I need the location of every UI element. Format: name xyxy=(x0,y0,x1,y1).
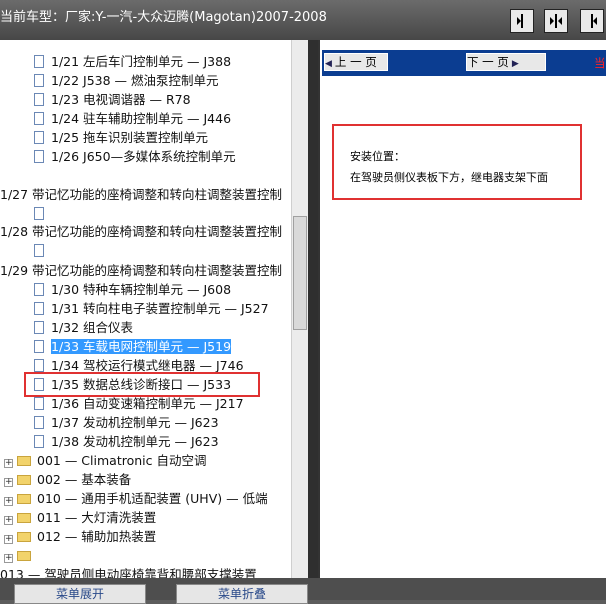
dock-split-icon xyxy=(550,14,562,28)
document-icon xyxy=(34,55,44,68)
document-icon xyxy=(34,435,44,448)
prev-page-button[interactable]: ◀ 上 一 页 xyxy=(324,53,388,71)
install-position-text: 在驾驶员侧仪表板下方，继电器支架下面 xyxy=(350,171,548,184)
tree-group[interactable]: 1/27 带记忆功能的座椅调整和转向柱调整装置控制 xyxy=(0,185,282,204)
tree-item[interactable]: 1/37 发动机控制单元 — J623 xyxy=(34,413,219,432)
next-page-button[interactable]: 下 一 页 ▶ xyxy=(466,53,546,71)
document-icon xyxy=(34,150,44,163)
tree-item-selected[interactable]: 1/33 车载电网控制单元 — J519 xyxy=(34,337,232,356)
tree-item[interactable]: 1/23 电视调谐器 — R78 xyxy=(34,90,191,109)
document-icon xyxy=(34,321,44,334)
tree-group[interactable]: 1/29 带记忆功能的座椅调整和转向柱调整装置控制 xyxy=(0,261,282,280)
page-nav-strip: ◀上 一 页 下 一 页▶ 当前 xyxy=(322,50,606,76)
tree-item[interactable]: 1/24 驻车辅助控制单元 — J446 xyxy=(34,109,231,128)
scrollbar-thumb[interactable] xyxy=(293,216,307,330)
document-icon xyxy=(34,112,44,125)
arrow-left-icon: ◀ xyxy=(325,59,332,69)
tree-folder[interactable]: +002 — 基本装备 xyxy=(4,470,131,489)
folder-icon xyxy=(17,513,31,523)
tree-folder[interactable]: +012 — 辅助加热装置 xyxy=(4,527,156,546)
tree-group[interactable]: 013 — 驾驶员侧电动座椅靠背和腰部支撑装置 xyxy=(0,565,257,578)
expand-icon[interactable]: + xyxy=(4,554,13,563)
document-icon xyxy=(34,244,44,257)
document-icon xyxy=(34,283,44,296)
expand-icon[interactable]: + xyxy=(4,535,13,544)
folder-icon xyxy=(17,456,31,466)
tree-item[interactable] xyxy=(34,241,51,260)
tree-item[interactable]: 1/38 发动机控制单元 — J623 xyxy=(34,432,219,451)
expand-icon[interactable]: + xyxy=(4,516,13,525)
tree-item[interactable] xyxy=(34,204,51,223)
content-panel: ◀上 一 页 下 一 页▶ 当前 安装位置： 在驾驶员侧仪表板下方，继电器支架下… xyxy=(318,40,606,578)
document-icon xyxy=(34,74,44,87)
document-icon xyxy=(34,340,44,353)
document-icon xyxy=(34,416,44,429)
tree-item[interactable]: 1/22 J538 — 燃油泵控制单元 xyxy=(34,71,219,90)
document-icon xyxy=(34,93,44,106)
vehicle-title: 当前车型：厂家:Y-一汽-大众迈腾(Magotan)2007-2008 xyxy=(0,10,327,25)
folder-icon xyxy=(17,494,31,504)
folder-icon xyxy=(17,551,31,561)
panel-divider[interactable] xyxy=(308,40,318,578)
tree-item[interactable]: 1/32 组合仪表 xyxy=(34,318,133,337)
dock-right-button[interactable] xyxy=(580,9,604,33)
tree-item[interactable]: 1/21 左后车门控制单元 — J388 xyxy=(34,52,231,71)
current-page-label: 当前 xyxy=(594,56,606,70)
document-icon xyxy=(34,131,44,144)
document-icon xyxy=(34,397,44,410)
tree-item[interactable]: 1/31 转向柱电子装置控制单元 — J527 xyxy=(34,299,269,318)
dock-left-button[interactable] xyxy=(510,9,534,33)
arrow-right-icon: ▶ xyxy=(511,59,519,69)
folder-icon xyxy=(17,475,31,485)
dock-split-button[interactable] xyxy=(544,9,568,33)
bottom-bar: 菜单展开 菜单折叠 xyxy=(0,578,606,604)
install-info-box: 安装位置： 在驾驶员侧仪表板下方，继电器支架下面 xyxy=(332,124,582,200)
tree-item[interactable]: 1/30 特种车辆控制单元 — J608 xyxy=(34,280,231,299)
tree-item[interactable]: 1/25 拖车识别装置控制单元 xyxy=(34,128,208,147)
tree-scrollbar[interactable] xyxy=(291,40,308,578)
dock-right-icon xyxy=(591,14,597,28)
document-icon xyxy=(34,302,44,315)
tree-folder[interactable]: +011 — 大灯清洗装置 xyxy=(4,508,156,527)
document-icon xyxy=(34,359,44,372)
expand-icon[interactable]: + xyxy=(4,459,13,468)
expand-icon[interactable]: + xyxy=(4,478,13,487)
tree-group[interactable]: 1/28 带记忆功能的座椅调整和转向柱调整装置控制 xyxy=(0,222,282,241)
document-icon xyxy=(34,207,44,220)
install-position-label: 安装位置： xyxy=(350,150,405,163)
tree-folder[interactable]: +010 — 通用手机适配装置 (UHV) — 低端 xyxy=(4,489,268,508)
tree-folder[interactable]: + xyxy=(4,546,37,565)
top-bar: 当前车型：厂家:Y-一汽-大众迈腾(Magotan)2007-2008 xyxy=(0,0,606,40)
collapse-menu-button[interactable]: 菜单折叠 xyxy=(176,584,308,604)
tree-folder[interactable]: +001 — Climatronic 自动空调 xyxy=(4,451,206,470)
folder-icon xyxy=(17,532,31,542)
tree-item[interactable]: 1/26 J650—多媒体系统控制单元 xyxy=(34,147,236,166)
dock-left-icon xyxy=(517,14,523,28)
expand-menu-button[interactable]: 菜单展开 xyxy=(14,584,146,604)
expand-icon[interactable]: + xyxy=(4,497,13,506)
tree-panel: 1/21 左后车门控制单元 — J388 1/22 J538 — 燃油泵控制单元… xyxy=(0,40,308,578)
highlight-box xyxy=(24,372,260,397)
